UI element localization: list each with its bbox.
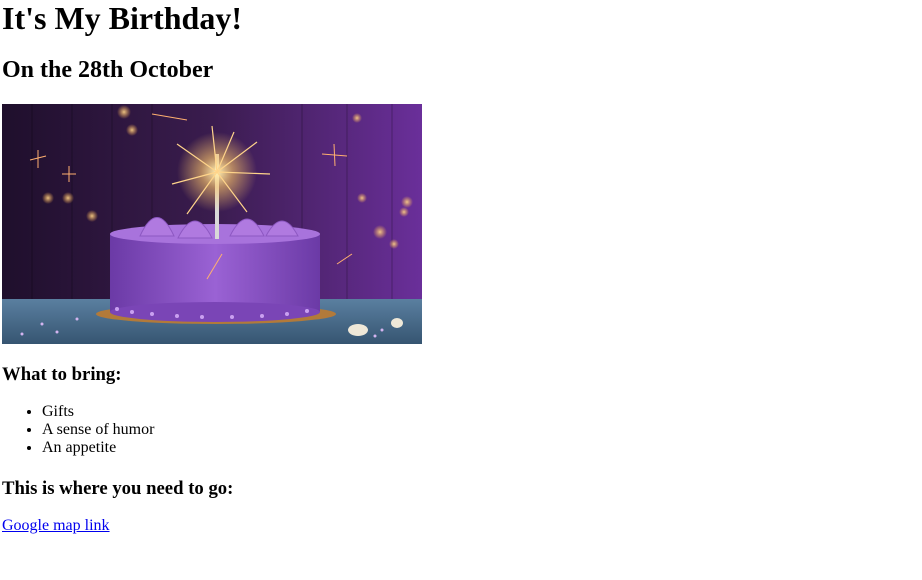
cake-illustration xyxy=(2,104,422,344)
birthday-cake-image xyxy=(2,104,422,344)
bring-heading: What to bring: xyxy=(2,364,122,385)
page-title: It's My Birthday! xyxy=(2,0,242,36)
list-item: An appetite xyxy=(42,439,154,457)
date-heading: On the 28th October xyxy=(2,57,214,83)
google-map-link[interactable]: Google map link xyxy=(2,516,110,536)
bring-list: Gifts A sense of humor An appetite xyxy=(2,403,154,457)
list-item: Gifts xyxy=(42,403,154,421)
list-item: A sense of humor xyxy=(42,421,154,439)
location-heading: This is where you need to go: xyxy=(2,478,234,499)
